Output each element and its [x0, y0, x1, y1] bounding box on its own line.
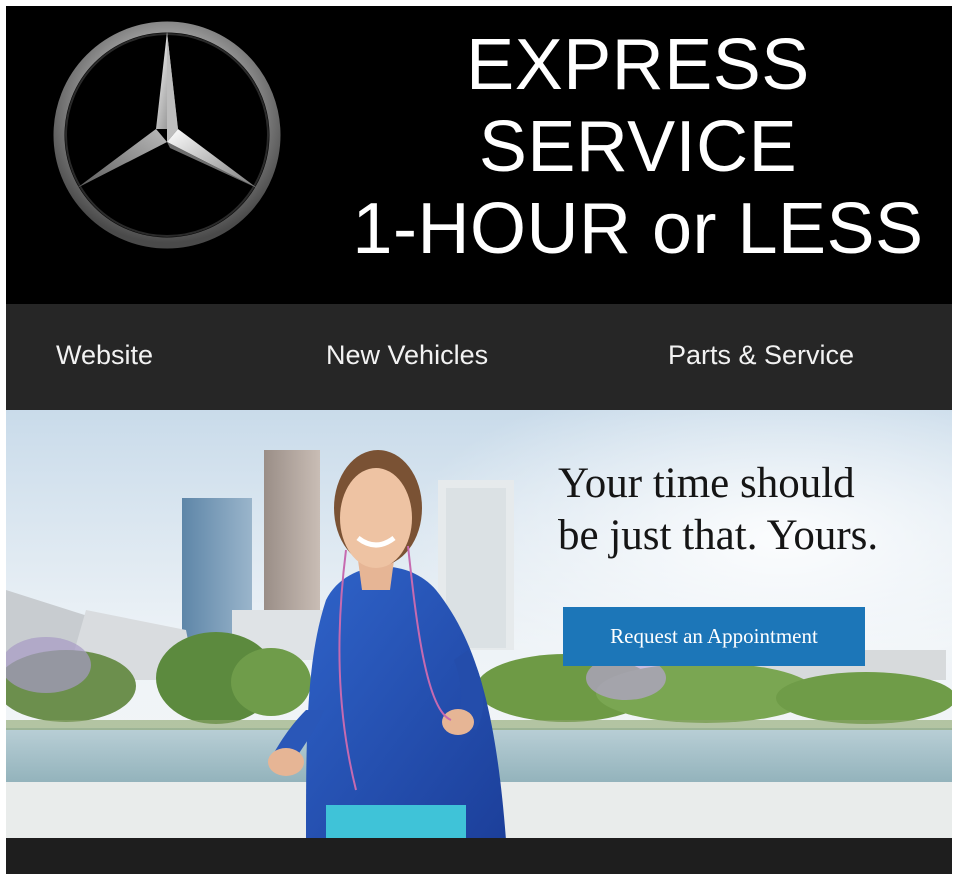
- email-frame: EXPRESS SERVICE 1-HOUR or LESS Website N…: [6, 6, 952, 874]
- headline-line-3: 1-HOUR or LESS: [352, 189, 924, 269]
- headline-line-2: SERVICE: [478, 107, 798, 187]
- hero-tagline: Your time should be just that. Yours.: [558, 458, 878, 562]
- headline-line-1: EXPRESS: [466, 25, 810, 105]
- mercedes-star-logo[interactable]: [50, 18, 284, 252]
- nav-bar: Website New Vehicles Parts & Service: [6, 304, 952, 410]
- nav-link-parts-service[interactable]: Parts & Service: [668, 339, 854, 371]
- tagline-line-1: Your time should: [558, 460, 855, 507]
- nav-link-website[interactable]: Website: [56, 339, 153, 371]
- hero-banner[interactable]: Your time should be just that. Yours. Re…: [6, 410, 952, 838]
- nav-link-new-vehicles[interactable]: New Vehicles: [326, 339, 488, 371]
- headline: EXPRESS SERVICE 1-HOUR or LESS: [324, 24, 952, 270]
- tagline-line-2: be just that. Yours.: [558, 512, 879, 559]
- footer-band: [6, 838, 952, 874]
- request-appointment-button[interactable]: Request an Appointment: [563, 607, 865, 666]
- header-banner: EXPRESS SERVICE 1-HOUR or LESS: [6, 6, 952, 304]
